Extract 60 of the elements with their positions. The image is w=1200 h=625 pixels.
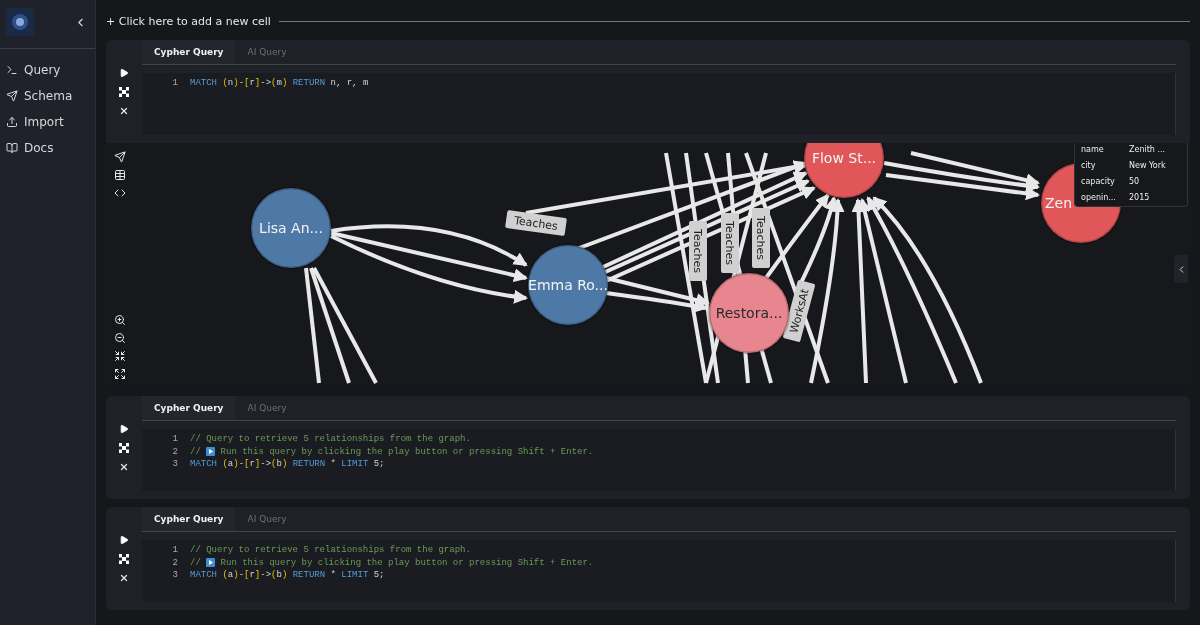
query-tab[interactable]: Cypher Query xyxy=(142,40,236,64)
property-value: 2015 xyxy=(1129,193,1151,202)
line-number: 2 xyxy=(171,557,179,568)
code-editor[interactable]: 1 // Query to retrieve 5 relationships from the graph. 2 // Run this query by clicking the play button or pressing Shift + Enter. 3 MATCH (a)-[r]->(b) RETURN * LIMIT 5; xyxy=(142,540,1176,602)
line-number: 1 xyxy=(171,434,179,445)
code-view-icon[interactable] xyxy=(114,187,126,199)
play-icon xyxy=(206,558,216,568)
code-line: MATCH (n)-[r]->(m) RETURN n, r, m xyxy=(190,78,369,89)
send-icon xyxy=(6,90,18,102)
close-icon[interactable] xyxy=(119,573,129,583)
graph-node[interactable]: Lisa An... xyxy=(249,186,333,270)
property-key: name xyxy=(1081,145,1129,154)
sidebar-item[interactable]: Import xyxy=(0,109,95,135)
zoom-in-icon[interactable] xyxy=(114,314,126,326)
query-tab[interactable]: Cypher Query xyxy=(142,507,236,531)
book-icon xyxy=(6,142,18,154)
code-line: MATCH (a)-[r]->(b) RETURN * LIMIT 5; xyxy=(190,459,385,470)
run-icon[interactable] xyxy=(119,535,129,545)
table-view-icon[interactable] xyxy=(114,169,126,181)
line-number: 3 xyxy=(171,459,179,470)
line-number: 2 xyxy=(171,446,179,457)
grid-icon[interactable] xyxy=(119,87,129,97)
line-number: 1 xyxy=(171,78,179,89)
edge-label: Teaches xyxy=(721,213,739,273)
upload-icon xyxy=(6,116,18,128)
logo-icon xyxy=(6,8,34,36)
line-number: 1 xyxy=(171,545,179,556)
fullscreen-icon[interactable] xyxy=(114,368,126,380)
query-tab[interactable]: Cypher Query xyxy=(142,396,236,420)
play-icon xyxy=(206,447,216,457)
property-value: Zenith ... xyxy=(1129,145,1167,154)
property-value: New York xyxy=(1129,161,1167,170)
collapse-button[interactable] xyxy=(1174,255,1188,283)
grid-icon[interactable] xyxy=(119,554,129,564)
fit-icon[interactable] xyxy=(114,350,126,362)
code-line: // Query to retrieve 5 relationships from the graph. xyxy=(190,545,471,556)
code-line: // Run this query by clicking the play button or pressing Shift + Enter. xyxy=(190,557,594,568)
sidebar-item[interactable]: Query xyxy=(0,57,95,83)
run-icon[interactable] xyxy=(119,68,129,78)
close-icon[interactable] xyxy=(119,462,129,472)
sidebar-item[interactable]: Docs xyxy=(0,135,95,161)
grid-icon[interactable] xyxy=(119,443,129,453)
zoom-out-icon[interactable] xyxy=(114,332,126,344)
close-icon[interactable] xyxy=(119,106,129,116)
edge-label: Teaches xyxy=(752,208,770,268)
property-value: 50 xyxy=(1129,177,1141,186)
code-editor[interactable]: 1 MATCH (n)-[r]->(m) RETURN n, r, m xyxy=(142,73,1176,135)
code-line: // Run this query by clicking the play button or pressing Shift + Enter. xyxy=(190,446,594,457)
edge-label: Teaches xyxy=(505,209,567,237)
code-editor[interactable]: 1 // Query to retrieve 5 relationships from the graph. 2 // Run this query by clicking the play button or pressing Shift + Enter. 3 MATCH (a)-[r]->(b) RETURN * LIMIT 5; xyxy=(142,429,1176,491)
code-line: // Query to retrieve 5 relationships from the graph. xyxy=(190,434,471,445)
edge-label: Teaches xyxy=(689,221,707,281)
sidebar-item[interactable]: Schema xyxy=(0,83,95,109)
run-icon[interactable] xyxy=(119,424,129,434)
code-line: MATCH (a)-[r]->(b) RETURN * LIMIT 5; xyxy=(190,570,385,581)
terminal-icon xyxy=(6,64,18,76)
graph-node[interactable]: Emma Ro... xyxy=(526,243,610,327)
line-number: 3 xyxy=(171,570,179,581)
add-cell-link[interactable]: + Click here to add a new cell xyxy=(106,14,271,28)
graph-view-icon[interactable] xyxy=(114,151,126,163)
